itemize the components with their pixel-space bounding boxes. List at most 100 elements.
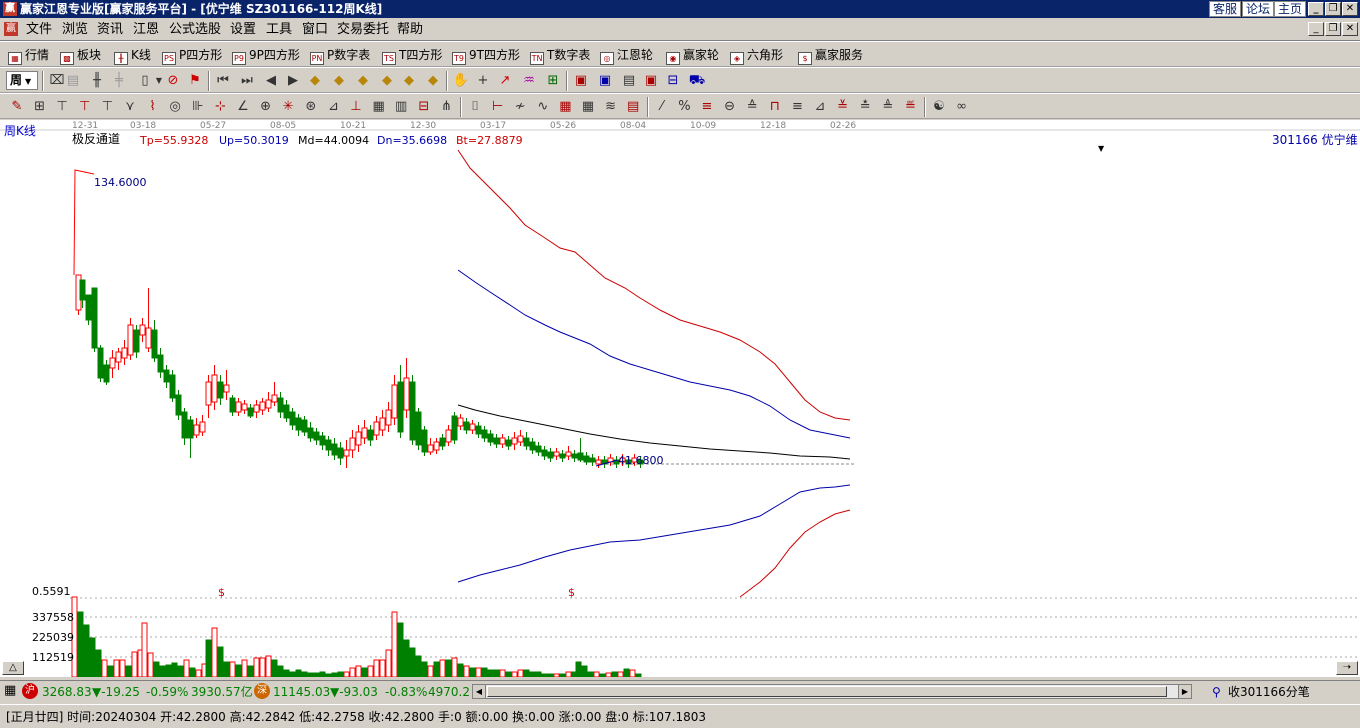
fork2-icon[interactable]: ⊤ (76, 98, 94, 116)
scroll-right-icon[interactable]: ▶ (1178, 685, 1191, 698)
sh-badge[interactable]: 沪 (22, 683, 38, 699)
save-icon[interactable]: ▣ (642, 72, 660, 90)
expand-icon[interactable]: ◆ (400, 72, 418, 90)
hand-icon[interactable]: ✋ (452, 72, 470, 90)
last-icon[interactable]: ⏭ (238, 72, 256, 90)
toolbar-t4-button[interactable]: TS T四方形 (382, 46, 442, 65)
toolbar-grid-button[interactable]: ▦ 行情 (8, 46, 49, 65)
lines4-icon[interactable]: ≜ (879, 98, 897, 116)
speed-icon[interactable]: ⊹ (211, 98, 229, 116)
mdi-restore-button[interactable]: ❐ (1325, 22, 1341, 36)
menu-trade[interactable]: 交易委托 (337, 22, 389, 38)
toolbar-winner-wheel-button[interactable]: ◉ 赢家轮 (666, 46, 719, 65)
circle-icon[interactable]: ◎ (166, 98, 184, 116)
star-icon[interactable]: ✳ (279, 98, 297, 116)
zoom-out-icon[interactable]: ◆ (330, 72, 348, 90)
rectangle-icon[interactable]: ⊟ (415, 98, 433, 116)
trend-icon[interactable]: ↗ (496, 72, 514, 90)
menu-window[interactable]: 窗口 (302, 22, 328, 38)
chevron-down-icon[interactable]: ▼ (1098, 142, 1104, 155)
period-select[interactable]: 周 ▼ (6, 71, 38, 90)
chart-area[interactable]: 周K线 极反通道 Tp=55.9328 Up=50.3019 Md=44.009… (0, 120, 1360, 677)
close-button[interactable]: ✕ (1342, 2, 1358, 16)
shift-right-icon[interactable]: ◆ (378, 72, 396, 90)
bars-icon[interactable]: ⌷ (466, 98, 484, 116)
mirror-icon[interactable]: ⊞ (544, 72, 562, 90)
grid2-icon[interactable]: ▦ (579, 98, 597, 116)
yin-yang-icon[interactable]: ☯ (930, 98, 948, 116)
toolbar-gann-wheel-button[interactable]: ◎ 江恩轮 (600, 46, 653, 65)
trade-ticks-icon[interactable]: ⚲ (1212, 684, 1221, 700)
fork-lines-icon[interactable]: ⋔ (437, 98, 455, 116)
box2-icon[interactable]: ▥ (392, 98, 410, 116)
first-icon[interactable]: ⏮ (214, 72, 232, 90)
prev-icon[interactable]: ◀ (262, 72, 280, 90)
scroll-thumb[interactable] (487, 686, 1167, 697)
menu-formula-stock-pick[interactable]: 公式选股 (169, 22, 221, 38)
scroll-up-button[interactable]: △ (2, 661, 24, 675)
kline-chart[interactable] (0, 120, 1360, 677)
network-icon[interactable]: ⊟ (664, 72, 682, 90)
compress-icon[interactable]: ◆ (424, 72, 442, 90)
calendar-icon[interactable]: ▣ (572, 72, 590, 90)
toolbar-dollar-button[interactable]: $ 赢家服务 (798, 46, 863, 65)
toolbar-hexagon-button[interactable]: ◈ 六角形 (730, 46, 783, 65)
menu-logo-icon[interactable]: 赢 (4, 22, 18, 36)
calculator-icon[interactable]: ▣ (596, 72, 614, 90)
lines5-icon[interactable]: ≝ (901, 98, 919, 116)
scroll-left-icon[interactable]: ◀ (473, 685, 486, 698)
flag-icon[interactable]: ⚑ (186, 72, 204, 90)
spiral-icon[interactable]: ⊛ (302, 98, 320, 116)
menu-settings[interactable]: 设置 (230, 22, 256, 38)
menu-tools[interactable]: 工具 (266, 22, 292, 38)
grid-icon[interactable]: ▦ (4, 683, 16, 699)
fork3-icon[interactable]: ⊤ (98, 98, 116, 116)
toolbar-block-button[interactable]: ▩ 板块 (60, 46, 101, 65)
toolbar-9p4-button[interactable]: P9 9P四方形 (232, 46, 300, 65)
list-icon[interactable]: ▤ (624, 98, 642, 116)
wave-icon[interactable]: ≁ (511, 98, 529, 116)
mdi-close-button[interactable]: ✕ (1342, 22, 1358, 36)
shift-left-icon[interactable]: ◆ (354, 72, 372, 90)
scroll-right-button[interactable]: ➝ (1336, 661, 1358, 675)
levels-icon[interactable]: ≡ (698, 98, 716, 116)
fan-icon[interactable]: ⋎ (121, 98, 139, 116)
slash-icon[interactable]: ⁄ (653, 98, 671, 116)
customer-service-link[interactable]: 客服 (1209, 1, 1242, 17)
percent-icon[interactable]: % (675, 98, 693, 116)
crosshair-icon[interactable]: + (474, 72, 492, 90)
gann-fan-icon[interactable]: ⌇ (144, 98, 162, 116)
overlay-icon[interactable]: ⊘ (164, 72, 182, 90)
trade-ticks-label[interactable]: 收301166分笔 (1228, 684, 1310, 700)
notes-icon[interactable]: ▤ (620, 72, 638, 90)
levels2-icon[interactable]: ≙ (743, 98, 761, 116)
grid-icon[interactable]: ▦ (556, 98, 574, 116)
menu-news[interactable]: 资讯 (97, 22, 123, 38)
triangle2-icon[interactable]: ⊿ (811, 98, 829, 116)
wave2-icon[interactable]: ∿ (534, 98, 552, 116)
horizontal-scrollbar[interactable]: ◀ ▶ (472, 684, 1192, 699)
menu-gann[interactable]: 江恩 (133, 22, 159, 38)
forum-link[interactable]: 论坛 (1242, 1, 1275, 17)
grid-lines-icon[interactable]: ⊞ (31, 98, 49, 116)
pencil-icon[interactable]: ✎ (8, 98, 26, 116)
toolbar-pnum-button[interactable]: PN P数字表 (310, 46, 370, 65)
homepage-link[interactable]: 主页 (1274, 1, 1307, 17)
channel-icon[interactable]: ⊢ (489, 98, 507, 116)
lines2-icon[interactable]: ≚ (834, 98, 852, 116)
fork-icon[interactable]: ⊤ (53, 98, 71, 116)
toolbar-9t4-button[interactable]: T9 9T四方形 (452, 46, 520, 65)
ellipse-icon[interactable]: ⊖ (721, 98, 739, 116)
parallel-icon[interactable]: ⊪ (189, 98, 207, 116)
toolbar-kline-button[interactable]: ╫ K线 (114, 46, 151, 65)
bar-type-icon[interactable]: ╪ (110, 72, 128, 90)
wave-lines-icon[interactable]: ≋ (602, 98, 620, 116)
lines-icon[interactable]: ≡ (788, 98, 806, 116)
triangle-icon[interactable]: ⊿ (324, 98, 342, 116)
angle-icon[interactable]: ∠ (234, 98, 252, 116)
truck-icon[interactable]: ⛟ (688, 72, 706, 90)
menu-browse[interactable]: 浏览 (62, 22, 88, 38)
sz-badge[interactable]: 深 (254, 683, 270, 699)
mdi-minimize-button[interactable]: _ (1308, 22, 1324, 36)
arc-icon[interactable]: ⊓ (766, 98, 784, 116)
